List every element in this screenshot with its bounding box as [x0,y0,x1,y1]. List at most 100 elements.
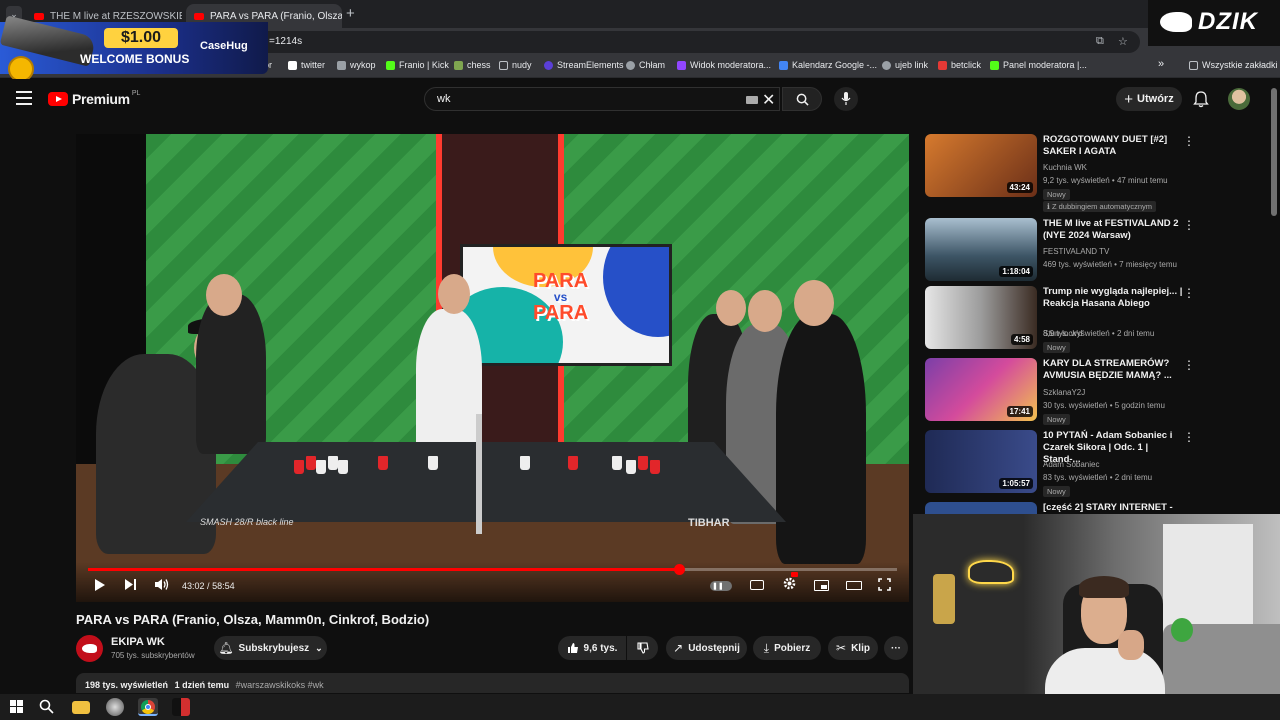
bookmark-google-calendar[interactable]: Kalendarz Google -... [779,60,877,70]
search-button[interactable] [782,87,822,111]
notifications-bell-icon[interactable] [1192,90,1210,108]
clip-button[interactable]: ✂ Klip [828,636,878,660]
account-avatar[interactable] [1228,88,1250,110]
all-bookmarks-button[interactable]: Wszystkie zakładki [1189,60,1278,70]
cup [568,456,578,470]
next-button[interactable] [124,578,137,594]
more-options-icon[interactable]: ⋮ [1183,134,1195,148]
bookmark-betclick[interactable]: betclick [938,60,981,70]
dislike-button[interactable] [627,636,658,660]
search-icon[interactable] [38,698,56,716]
bookmark-moderator-view[interactable]: Widok moderatora... [677,60,771,70]
fullscreen-button[interactable] [878,578,891,594]
recommended-channel[interactable]: SzklanaY2J [1043,388,1085,397]
more-options-icon[interactable]: ⋮ [1183,286,1195,300]
video-thumbnail[interactable]: 1:18:04 [925,218,1037,281]
video-thumbnail[interactable]: 17:41 [925,358,1037,421]
recommended-video[interactable]: 43:24 ROZGOTOWANY DUET [#2] SAKER I AGAT… [925,134,1200,212]
bookmark-twitter[interactable]: twitter [288,60,325,70]
autoplay-toggle[interactable]: ❚❚ [710,581,732,591]
settings-button[interactable] [782,572,798,594]
address-bar[interactable]: =1214s [255,31,1140,53]
more-actions-button[interactable]: ··· [884,636,908,660]
install-app-icon[interactable]: ⧉ [1096,35,1104,48]
volume-button[interactable] [154,578,169,594]
channel-subscribers: 705 tys. subskrybentów [111,651,195,660]
subtitles-button[interactable] [750,580,764,590]
new-badge: Nowy [1043,414,1070,425]
recommended-video[interactable]: 1:18:04 THE M live at FESTIVALAND 2 (NYE… [925,218,1200,288]
recommended-title[interactable]: Trump nie wygląda najlepiej... | Reakcja… [1043,286,1183,310]
new-tab-button[interactable]: + [346,5,355,22]
create-button[interactable]: + Utwórz [1116,87,1182,111]
video-person [776,314,866,564]
recommended-meta: 9,2 tys. wyświetleń • 47 minut temu [1043,176,1168,185]
hashtags[interactable]: #warszawskikoks #wk [236,680,324,690]
neon-sign [968,560,1014,584]
video-person [196,294,266,454]
bookmark-chlam[interactable]: Chłam [626,60,665,70]
more-options-icon[interactable]: ⋮ [1183,430,1195,444]
bookmark-chess[interactable]: chess [454,60,491,70]
menu-icon[interactable] [16,91,32,105]
duration-badge: 1:05:57 [999,478,1033,489]
video-thumbnail[interactable]: 43:24 [925,134,1037,197]
video-player[interactable]: PARA vs PARA SMASH 28/R black line TIBHA… [76,134,909,602]
keyboard-icon[interactable] [746,96,758,104]
cup [378,456,388,470]
chrome-icon[interactable] [138,698,158,716]
windows-start-icon[interactable] [8,698,26,716]
video-thumbnail[interactable] [925,502,1037,514]
channel-name[interactable]: EKIPA WK [111,636,165,648]
download-button[interactable]: ⤓ Pobierz [753,636,821,660]
url-text: =1214s [269,36,303,47]
bookmark-moderator-panel[interactable]: Panel moderatora |... [990,60,1087,70]
progress-bar[interactable] [88,564,897,575]
bookmark-kick[interactable]: Franio | Kick [386,60,449,70]
ad-brand-name: CaseHug [200,40,248,52]
bookmarks-overflow-button[interactable]: » [1158,58,1164,70]
bookmark-star-icon[interactable]: ☆ [1118,35,1128,48]
like-button[interactable]: 9,6 tys. [558,636,626,660]
more-options-icon[interactable]: ⋮ [1183,358,1195,372]
page-scrollbar[interactable] [1271,88,1277,216]
channel-avatar[interactable] [76,635,103,662]
more-icon: ··· [891,642,901,654]
voice-search-button[interactable] [834,87,858,111]
time-current: 43:02 [182,581,205,591]
recommended-video[interactable]: 4:58 Trump nie wygląda najlepiej... | Re… [925,286,1200,356]
cup [428,456,438,470]
search-input[interactable]: wk [424,87,780,111]
video-person [416,309,482,459]
recommended-title[interactable]: THE M live at FESTIVALAND 2 (NYE 2024 Wa… [1043,218,1183,242]
recommended-channel[interactable]: FESTIVALAND TV [1043,247,1109,256]
more-options-icon[interactable]: ⋮ [1183,218,1195,232]
recommended-title[interactable]: [część 2] STARY INTERNET - [1043,502,1183,514]
recommended-channel[interactable]: Kuchnia WK [1043,163,1087,172]
recommended-video[interactable]: 17:41 KARY DLA STREAMERÓW? AVMUSIA BĘDZI… [925,358,1200,428]
bookmark-wykop[interactable]: wykop [337,60,376,70]
recommended-video[interactable]: 1:05:57 10 PYTAŃ - Adam Sobaniec i Czare… [925,430,1200,500]
recommended-title[interactable]: KARY DLA STREAMERÓW? AVMUSIA BĘDZIE MAMĄ… [1043,358,1183,382]
play-button[interactable] [94,578,106,595]
wykop-icon [337,60,346,70]
bookmark-folder-nudy[interactable]: nudy [499,60,532,70]
recommended-title[interactable]: ROZGOTOWANY DUET [#2] SAKER I AGATA [1043,134,1183,158]
theater-mode-button[interactable] [846,581,862,590]
video-thumbnail[interactable]: 1:05:57 [925,430,1037,493]
app-icon[interactable] [106,698,124,716]
file-explorer-icon[interactable] [72,701,90,714]
youtube-logo[interactable]: Premium PL [48,90,140,107]
bookmark-ujeb-link[interactable]: ujeb link [882,60,928,70]
clear-search-icon[interactable]: ✕ [762,90,775,110]
miniplayer-button[interactable] [814,580,829,591]
video-thumbnail[interactable]: 4:58 [925,286,1037,349]
recommended-video[interactable]: [część 2] STARY INTERNET - [925,502,1200,514]
clip-label: Klip [851,642,870,654]
recommended-channel[interactable]: Adam Sobaniec [1043,460,1099,469]
bookmark-streamelements[interactable]: StreamElements [544,60,624,70]
description-box[interactable]: 198 tys. wyświetleń 1 dzień temu #warsza… [76,673,909,693]
subscribe-button[interactable]: 🔔︎ Subskrybujesz ⌄ [214,636,327,660]
app-icon[interactable] [172,698,190,716]
share-button[interactable]: ↗ Udostępnij [666,636,747,660]
